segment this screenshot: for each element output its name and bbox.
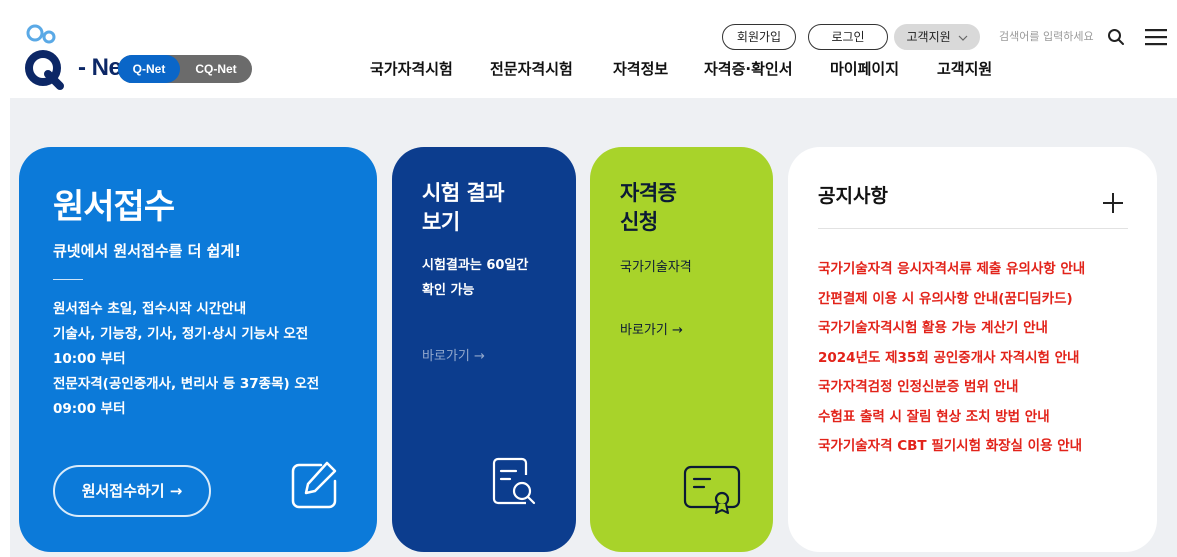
login-button[interactable]: 로그인 xyxy=(808,24,888,50)
desc-line: 09:00 부터 xyxy=(53,401,126,417)
certificate-title: 자격증 신청 xyxy=(620,179,677,237)
certificate-card[interactable]: 자격증 신청 국가기술자격 바로가기 → xyxy=(590,147,773,552)
notice-item[interactable]: 수험표 출력 시 잘림 현상 조치 방법 안내 xyxy=(818,405,1130,435)
desc-line: 원서접수 초일, 접수시작 시간안내 xyxy=(53,301,247,317)
application-subtitle: 큐넷에서 원서접수를 더 쉽게! xyxy=(53,242,242,260)
document-search-icon xyxy=(492,457,536,505)
notice-item[interactable]: 2024년도 제35회 공인중개사 자격시험 안내 xyxy=(818,346,1130,376)
qnet-logo[interactable]: - Net Q-Net CQ-Net xyxy=(22,24,262,90)
plus-more-icon[interactable] xyxy=(1101,191,1125,215)
title-line: 보기 xyxy=(422,210,460,234)
result-description: 시험결과는 60일간 확인 가능 xyxy=(422,253,528,303)
title-line: 신청 xyxy=(620,210,658,234)
hamburger-menu-icon[interactable] xyxy=(1144,27,1168,47)
site-header: - Net Q-Net CQ-Net 회원가입 로그인 고객지원 검색어를 입력… xyxy=(0,0,1177,98)
notice-list: 국가기술자격 응시자격서류 제출 유의사항 안내 간편결제 이용 시 유의사항 … xyxy=(818,257,1130,464)
search-input[interactable]: 검색어를 입력하세요 xyxy=(999,24,1094,50)
desc-line: 10:00 부터 xyxy=(53,351,126,367)
site-switch[interactable]: Q-Net CQ-Net xyxy=(118,55,252,83)
chevron-down-icon xyxy=(958,35,967,41)
notice-item[interactable]: 국가기술자격 CBT 필기시험 화장실 이용 안내 xyxy=(818,434,1130,464)
result-title: 시험 결과 보기 xyxy=(422,179,505,237)
nav-certificate[interactable]: 자격증·확인서 xyxy=(704,58,793,79)
certificate-description: 국가기술자격 xyxy=(620,260,692,275)
certificate-icon xyxy=(683,465,741,514)
notice-item[interactable]: 간편결제 이용 시 유의사항 안내(꿈디딤카드) xyxy=(818,287,1130,317)
support-dropdown[interactable]: 고객지원 xyxy=(894,24,980,50)
result-link[interactable]: 바로가기 → xyxy=(422,345,485,364)
desc-line: 확인 가능 xyxy=(422,283,475,298)
application-title: 원서접수 xyxy=(53,187,175,227)
desc-line: 시험결과는 60일간 xyxy=(422,258,529,273)
cqnet-switch[interactable]: CQ-Net xyxy=(182,55,250,83)
divider xyxy=(818,228,1128,229)
support-label: 고객지원 xyxy=(906,30,951,44)
nav-support[interactable]: 고객지원 xyxy=(937,58,992,79)
notice-title: 공지사항 xyxy=(818,185,888,207)
nav-professional-exam[interactable]: 전문자격시험 xyxy=(490,58,573,79)
signup-button[interactable]: 회원가입 xyxy=(722,24,796,50)
notice-item[interactable]: 국가기술자격 응시자격서류 제출 유의사항 안내 xyxy=(818,257,1130,287)
title-line: 자격증 xyxy=(620,181,677,205)
certificate-link[interactable]: 바로가기 → xyxy=(620,319,683,338)
nav-national-exam[interactable]: 국가자격시험 xyxy=(370,58,453,79)
qnet-switch[interactable]: Q-Net xyxy=(118,55,180,83)
desc-line: 기술사, 기능장, 기사, 정기·상시 기능사 오전 xyxy=(53,326,309,342)
notice-item[interactable]: 국가기술자격시험 활용 가능 계산기 안내 xyxy=(818,316,1130,346)
desc-line: 전문자격(공인중개사, 변리사 등 37종목) 오전 xyxy=(53,376,320,392)
title-line: 시험 결과 xyxy=(422,181,505,205)
notice-item[interactable]: 국가자격검정 인정신분증 범위 안내 xyxy=(818,375,1130,405)
notice-card: 공지사항 국가기술자격 응시자격서류 제출 유의사항 안내 간편결제 이용 시 … xyxy=(788,147,1157,552)
apply-button[interactable]: 원서접수하기 → xyxy=(53,465,211,517)
divider xyxy=(53,279,83,280)
exam-result-card[interactable]: 시험 결과 보기 시험결과는 60일간 확인 가능 바로가기 → xyxy=(392,147,576,552)
nav-qualification-info[interactable]: 자격정보 xyxy=(613,58,668,79)
main-content: 원서접수 큐넷에서 원서접수를 더 쉽게! 원서접수 초일, 접수시작 시간안내… xyxy=(10,98,1177,557)
nav-mypage[interactable]: 마이페이지 xyxy=(830,58,899,79)
application-card[interactable]: 원서접수 큐넷에서 원서접수를 더 쉽게! 원서접수 초일, 접수시작 시간안내… xyxy=(19,147,377,552)
search-icon[interactable] xyxy=(1107,28,1125,46)
pencil-edit-icon xyxy=(291,461,337,509)
application-description: 원서접수 초일, 접수시작 시간안내 기술사, 기능장, 기사, 정기·상시 기… xyxy=(53,297,353,422)
q-logo-icon xyxy=(25,24,64,90)
